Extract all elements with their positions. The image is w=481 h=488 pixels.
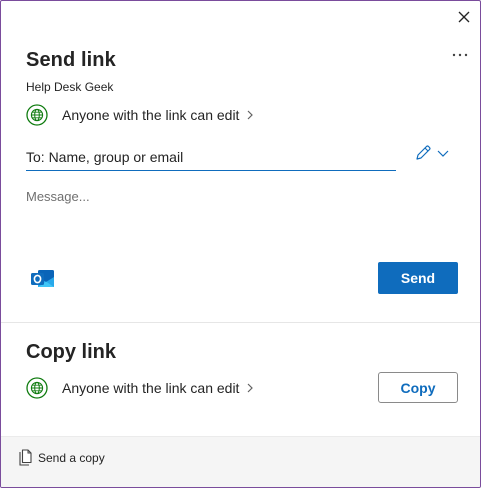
- send-button[interactable]: Send: [378, 262, 458, 294]
- globe-icon: [26, 104, 48, 126]
- recipients-input[interactable]: [26, 143, 396, 171]
- section-divider: [1, 322, 480, 323]
- chevron-right-icon: [248, 110, 254, 120]
- edit-permission-button[interactable]: [412, 144, 434, 164]
- send-link-permission-button[interactable]: Anyone with the link can edit: [26, 103, 254, 127]
- close-icon: [458, 11, 470, 23]
- send-link-permission-label: Anyone with the link can edit: [62, 107, 240, 123]
- more-options-icon: [452, 53, 468, 57]
- more-options-button[interactable]: [449, 46, 473, 64]
- send-a-copy-button[interactable]: Send a copy: [17, 449, 105, 467]
- copy-link-title: Copy link: [26, 341, 117, 363]
- footer-bar: Send a copy: [1, 436, 480, 487]
- message-input[interactable]: [26, 189, 426, 229]
- owner-name: Help Desk Geek: [26, 80, 114, 94]
- outlook-icon: [31, 270, 54, 287]
- copy-button[interactable]: Copy: [378, 372, 458, 403]
- pencil-icon: [416, 145, 431, 160]
- outlook-button[interactable]: [29, 265, 56, 292]
- send-a-copy-label: Send a copy: [38, 451, 105, 465]
- document-copy-icon: [19, 449, 32, 466]
- globe-icon: [26, 377, 48, 399]
- share-dialog: Send link Help Desk Geek Anyone with the…: [0, 0, 481, 488]
- close-button[interactable]: [453, 8, 475, 28]
- chevron-right-icon: [248, 383, 254, 393]
- send-link-title: Send link: [26, 49, 116, 71]
- copy-link-permission-button[interactable]: Anyone with the link can edit: [26, 376, 254, 400]
- permission-dropdown-button[interactable]: [435, 147, 451, 159]
- copy-link-permission-label: Anyone with the link can edit: [62, 380, 240, 396]
- chevron-down-icon: [437, 150, 449, 157]
